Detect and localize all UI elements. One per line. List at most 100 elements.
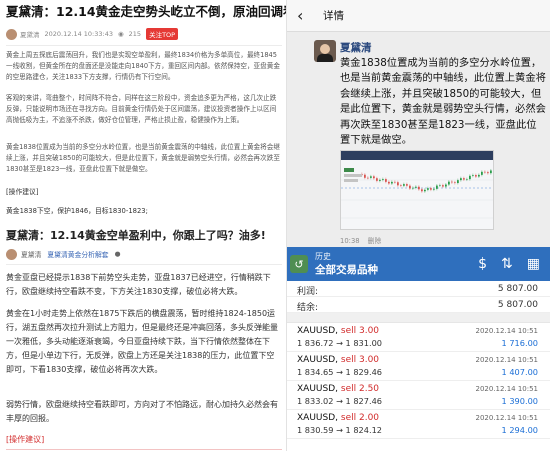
candle-body — [448, 181, 450, 185]
trade-row[interactable]: XAUUSD, sell 2.00 1 830.59 → 1 824.12 20… — [287, 410, 550, 439]
candle-body — [463, 178, 465, 180]
article-paragraph: 黄金1838位置成为当前的多空分水岭位置，也是当前黄金震荡的中轴线，此位置上黄金… — [6, 143, 280, 173]
candle-body — [421, 189, 423, 192]
candle-body — [439, 185, 441, 186]
candle-body — [436, 185, 438, 189]
more-icon[interactable]: ● — [115, 250, 121, 258]
delete-link[interactable]: 删除 — [368, 237, 382, 245]
chart-thumbnail[interactable] — [340, 150, 494, 230]
candle-body — [481, 171, 483, 175]
article-paragraph: 黄金上周五探底后震荡回升，我们也是实现空单盈利，最终1834价格为多单高位，最终… — [6, 51, 280, 81]
candle-body — [400, 185, 402, 186]
trade-row[interactable]: XAUUSD, sell 2.50 1 833.02 → 1 827.46 20… — [287, 381, 550, 410]
candle-body — [472, 175, 474, 176]
summary-value: 5 807.00 — [497, 300, 538, 310]
publish-time: 2020.12.14 10:33:43 — [44, 30, 113, 38]
trade-symbol: XAUUSD, sell 2.50 — [297, 384, 380, 394]
trade-prices: 1 833.02 → 1 827.46 — [297, 396, 382, 406]
avatar[interactable] — [6, 248, 17, 260]
trade-row[interactable]: XAUUSD, sell 3.00 1 836.72 → 1 831.00 20… — [287, 323, 550, 352]
candle-body — [478, 174, 480, 177]
article-title-2: 夏黛清：12.14黄金空单盈利中，你跟上了吗？油多! — [6, 229, 266, 242]
divider — [6, 264, 282, 265]
trade-symbol: XAUUSD, sell 3.00 — [297, 355, 380, 365]
toolbar-subtitle: 历史 — [315, 252, 331, 261]
trade-side: sell 2.00 — [340, 413, 380, 423]
trade-profit: 1 294.00 — [501, 425, 538, 435]
section-heading: [操作建议] — [6, 188, 39, 196]
candle-body — [451, 181, 453, 183]
candle-body — [367, 177, 369, 179]
candle-body — [454, 182, 456, 184]
author-name[interactable]: 夏黛清 — [20, 29, 40, 39]
message-text: 黄金1838位置成为当前的多空分水岭位置，也是当前黄金震荡的中轴线，此位置上黄金… — [340, 57, 546, 147]
candle-body — [385, 179, 387, 182]
back-icon[interactable]: ‹ — [297, 6, 315, 25]
candle-body — [406, 184, 408, 186]
candle-body — [424, 189, 426, 192]
candle-body — [469, 175, 471, 180]
summary-label: 利润: — [297, 287, 319, 297]
trade-date: 2020.12.14 10:51 — [475, 414, 538, 422]
sender-name[interactable]: 夏黛清 — [340, 40, 372, 55]
candle-body — [412, 187, 414, 189]
candle-body — [373, 176, 375, 179]
candle-body — [430, 188, 432, 190]
trade-prices: 1 830.59 → 1 824.12 — [297, 425, 382, 435]
candle-body — [397, 182, 399, 186]
toolbar-titles[interactable]: 历史 全部交易品种 — [315, 251, 378, 277]
trade-date: 2020.12.14 10:51 — [475, 356, 538, 364]
column-link[interactable]: 夏黛清黄金分析解套 — [47, 249, 108, 259]
candle-body — [427, 188, 429, 190]
author-name[interactable]: 夏黛清 — [21, 249, 41, 259]
candle-body — [475, 175, 477, 177]
history-icon[interactable]: ↺ — [290, 255, 308, 273]
candle-body — [379, 179, 381, 181]
avatar[interactable] — [6, 28, 17, 40]
history-toolbar: ↺ 历史 全部交易品种 $ ⇅ ▦ — [287, 247, 550, 281]
trade-date: 2020.12.14 10:51 — [475, 385, 538, 393]
trade-date: 2020.12.14 10:51 — [475, 327, 538, 335]
candle-body — [487, 172, 489, 174]
candle-body — [433, 188, 435, 190]
page-title: 详情 — [323, 10, 344, 22]
candle-body — [376, 178, 378, 181]
summary-row: 利润: 5 807.00 — [287, 281, 550, 297]
divider — [6, 449, 282, 450]
trade-profit: 1 716.00 — [501, 338, 538, 348]
view-count: 215 — [128, 30, 142, 38]
follow-button[interactable]: 关注TOP — [146, 28, 179, 40]
divider — [6, 45, 282, 46]
candle-body — [445, 184, 447, 187]
trade-prices: 1 834.65 → 1 829.46 — [297, 367, 382, 377]
candle-body — [490, 170, 492, 174]
trade-side: sell 3.00 — [340, 326, 380, 336]
trade-side: sell 3.00 — [340, 355, 380, 365]
trade-history-panel: ↺ 历史 全部交易品种 $ ⇅ ▦ 利润: 5 807.00 结余: 5 807… — [287, 247, 550, 451]
article-paragraph: 弱势行情，欧盘继续持空看跌即可，方向对了不怕路远，耐心加持久必然会有丰厚的回报。 — [6, 400, 278, 423]
avatar[interactable] — [314, 40, 336, 62]
article-meta-2: 夏黛清 夏黛清黄金分析解套 ● — [6, 247, 127, 261]
candle-body — [382, 179, 384, 180]
trade-symbol: XAUUSD, sell 3.00 — [297, 326, 380, 336]
dollar-swap-icon[interactable]: $ — [478, 256, 487, 272]
message-timestamp: 10:38 删除 — [340, 235, 387, 245]
candle-body — [457, 180, 459, 184]
divider — [287, 313, 550, 323]
trade-row[interactable]: XAUUSD, sell 3.00 1 834.65 → 1 829.46 20… — [287, 352, 550, 381]
trade-profit: 1 407.00 — [501, 367, 538, 377]
summary-label: 结余: — [297, 303, 319, 313]
candle-body — [403, 184, 405, 186]
section-heading: [操作建议] — [6, 435, 45, 444]
article-panel: 夏黛清：12.14黄金走空势头屹立不倒，原油回调看涨! 夏黛清 2020.12.… — [0, 0, 287, 451]
thumbnail-header — [341, 151, 493, 160]
article-paragraph: 黄金亚盘已经提示1838下前势空头走势，亚盘1837已经进空，行情稍跌下行，欧盘… — [6, 273, 271, 296]
chat-panel: ‹ 详情 夏黛清 黄金1838位置成为当前的多空分水岭位置，也是当前黄金震荡的中… — [287, 0, 550, 247]
candle-body — [388, 181, 390, 184]
calendar-icon[interactable]: ▦ — [527, 256, 540, 272]
trade-profit: 1 390.00 — [501, 396, 538, 406]
candle-body — [466, 179, 468, 180]
sort-icon[interactable]: ⇅ — [501, 256, 513, 272]
summary-value: 5 807.00 — [497, 284, 538, 294]
trade-prices: 1 836.72 → 1 831.00 — [297, 338, 382, 348]
